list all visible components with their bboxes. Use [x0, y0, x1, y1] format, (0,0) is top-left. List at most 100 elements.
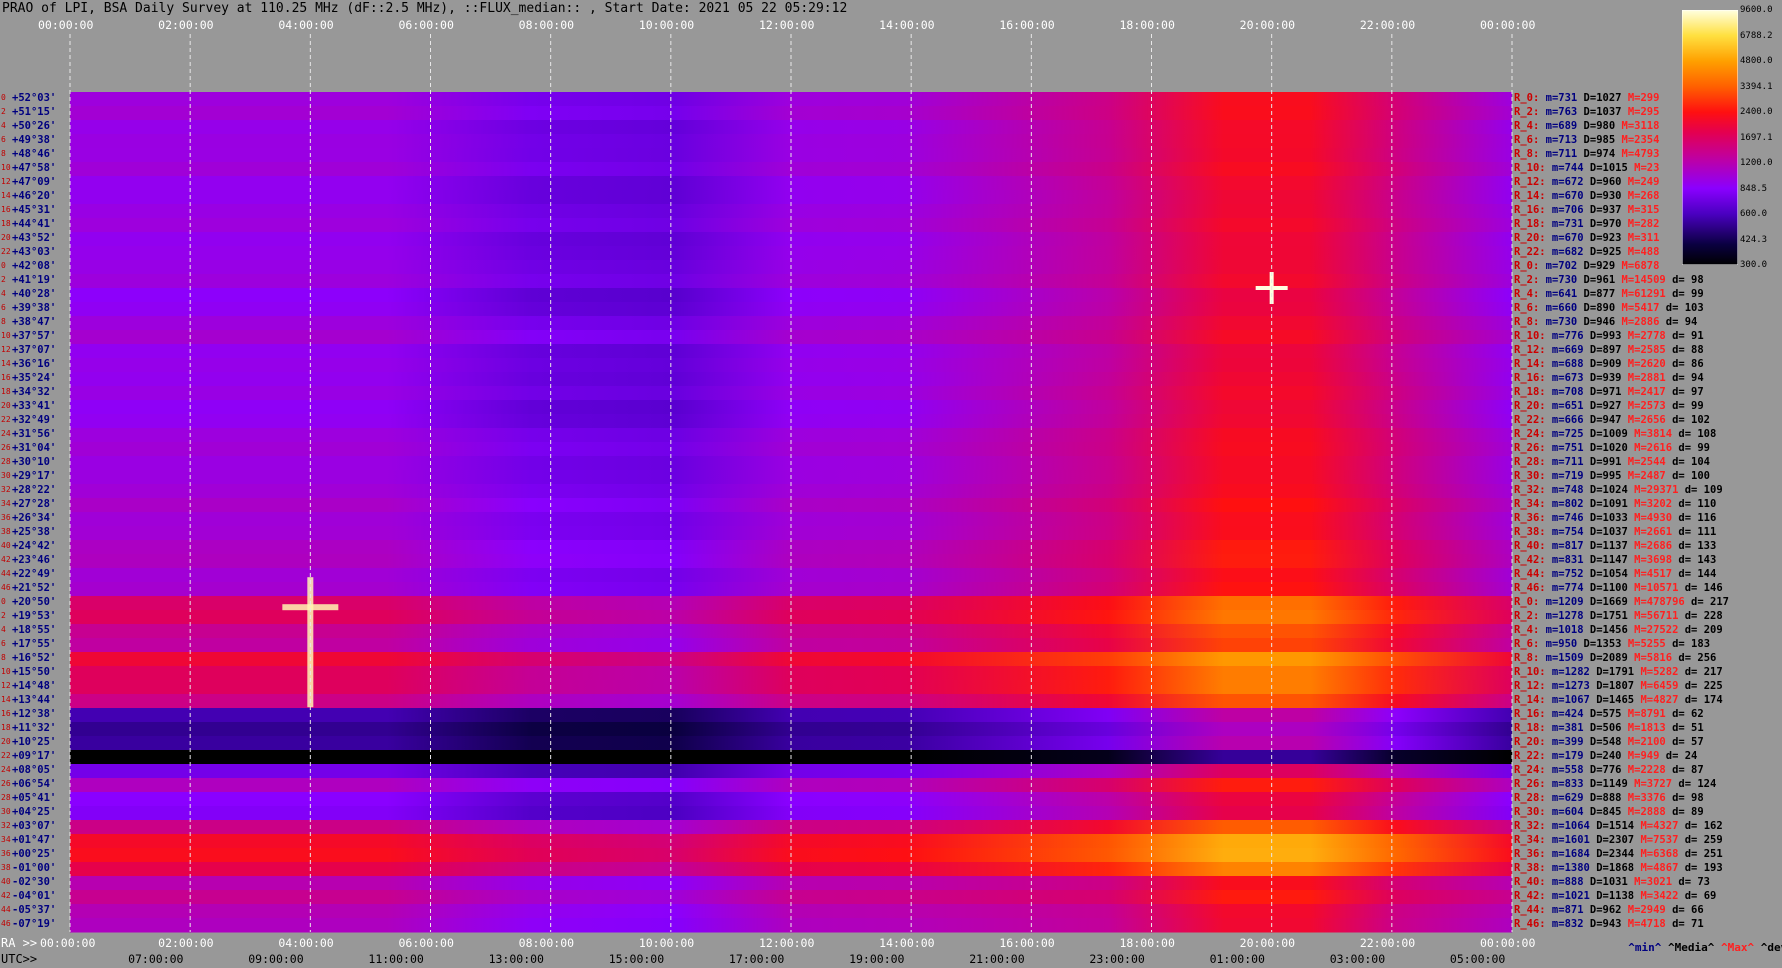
- row-stat-M: M=29371: [1627, 483, 1679, 496]
- row-stat-M: M=23: [1627, 161, 1660, 174]
- row-stat-r: R_2:: [1514, 105, 1540, 118]
- row-stat-r: R_14:: [1514, 693, 1546, 706]
- row-stat-r: R_20:: [1514, 399, 1546, 412]
- row-stat-r: R_36:: [1514, 847, 1546, 860]
- bottom-ra-tick: 00:00:00: [1480, 936, 1536, 950]
- row-stat-D: D=1149: [1583, 777, 1628, 790]
- row-stat-D: D=925: [1583, 245, 1622, 258]
- row-stat-m: m=706: [1545, 203, 1584, 216]
- row-stat-m: m=719: [1545, 469, 1584, 482]
- row-stat-M: M=61291: [1615, 287, 1666, 300]
- beam-index: 6: [1, 639, 6, 648]
- row-stat: R_12: m=672 D=960 M=249: [1514, 175, 1660, 188]
- row-stat: R_20: m=651 D=927 M=2573 d= 99: [1514, 399, 1704, 412]
- declination-label: +47°09': [12, 175, 57, 188]
- row-stat-d: d= 100: [1665, 469, 1711, 482]
- beam-index: 22: [1, 415, 11, 424]
- row-stat-D: D=1669: [1583, 595, 1628, 608]
- row-stat-D: D=971: [1583, 385, 1622, 398]
- ra-axis-prefix: RA >>: [1, 936, 38, 950]
- row-stat-d: d= 69: [1678, 889, 1717, 902]
- declination-label: +18°55': [12, 623, 57, 636]
- beam-index: 32: [1, 485, 11, 494]
- row-stat-M: M=488: [1621, 245, 1660, 258]
- row-stat-r: R_8:: [1514, 147, 1540, 160]
- declination-label: +25°38': [12, 525, 57, 538]
- row-stat-d: d= 228: [1678, 609, 1723, 622]
- legend-max: ^Max^: [1720, 941, 1755, 954]
- beam-index: 2: [1, 107, 6, 116]
- row-stat-r: R_28:: [1514, 791, 1546, 804]
- row-stat-r: R_42:: [1514, 889, 1546, 902]
- row-stat-M: M=249: [1621, 175, 1660, 188]
- row-stat: R_36: m=746 D=1033 M=4930 d= 116: [1514, 511, 1716, 524]
- row-stat-r: R_46:: [1514, 581, 1546, 594]
- row-stat-m: m=641: [1539, 287, 1578, 300]
- row-stat-d: d= 193: [1678, 861, 1723, 874]
- stat-legend: ^min^ ^Media^ ^Max^ ^devia^: [1615, 928, 1782, 954]
- row-stat-d: d= 259: [1678, 833, 1723, 846]
- row-stat-m: m=1273: [1545, 679, 1590, 692]
- row-stat-d: d= 146: [1678, 581, 1723, 594]
- beam-index: 12: [1, 681, 11, 690]
- row-stat: R_12: m=669 D=897 M=2585 d= 88: [1514, 343, 1704, 356]
- row-stat-d: d= 133: [1672, 539, 1717, 552]
- beam-index: 0: [1, 261, 6, 270]
- row-stat-m: m=702: [1539, 259, 1578, 272]
- beam-index: 10: [1, 163, 11, 172]
- row-stat-m: m=888: [1545, 875, 1584, 888]
- row-stat: R_2: m=730 D=961 M=14509 d= 98: [1514, 273, 1704, 286]
- bottom-utc-tick: 07:00:00: [128, 952, 184, 966]
- top-ra-tick: 00:00:00: [1480, 18, 1536, 32]
- declination-label: -07°19': [12, 917, 57, 930]
- colorbar-tick: 600.0: [1740, 209, 1768, 219]
- row-stat-M: M=7537: [1634, 833, 1679, 846]
- row-stat-r: R_28:: [1514, 455, 1546, 468]
- declination-label: +21°52': [12, 581, 57, 594]
- beam-index: 32: [1, 821, 11, 830]
- row-stat-r: R_20:: [1514, 735, 1546, 748]
- row-stat-D: D=947: [1583, 413, 1622, 426]
- row-stat-d: d= 225: [1678, 679, 1723, 692]
- declination-label: +43°52': [12, 231, 57, 244]
- row-stat-r: R_18:: [1514, 217, 1546, 230]
- beam-index: 38: [1, 527, 11, 536]
- beam-index: 2: [1, 275, 6, 284]
- row-stat-m: m=1064: [1545, 819, 1590, 832]
- declination-label: +31°56': [12, 427, 57, 440]
- row-stat-M: M=311: [1621, 231, 1660, 244]
- declination-label: +14°48': [12, 679, 57, 692]
- row-stat-d: d= 98: [1665, 273, 1704, 286]
- row-stat-D: D=1009: [1583, 427, 1628, 440]
- row-stat: R_14: m=688 D=909 M=2620 d= 86: [1514, 357, 1704, 370]
- row-stat-d: d= 143: [1672, 553, 1717, 566]
- row-stat-r: R_34:: [1514, 833, 1546, 846]
- row-stat-M: M=2573: [1621, 399, 1666, 412]
- row-stat-r: R_10:: [1514, 665, 1546, 678]
- beam-index: 4: [1, 289, 6, 298]
- row-stat-d: d= 162: [1678, 819, 1723, 832]
- beam-index: 20: [1, 401, 11, 410]
- row-stat-r: R_46:: [1514, 917, 1546, 930]
- beam-index: 2: [1, 611, 6, 620]
- row-stat: R_2: m=763 D=1037 M=295: [1514, 105, 1659, 118]
- row-stat-D: D=897: [1583, 343, 1622, 356]
- row-stat-r: R_22:: [1514, 413, 1546, 426]
- beam-index: 14: [1, 695, 11, 704]
- row-stat-D: D=1807: [1589, 679, 1635, 692]
- row-stat: R_12: m=1273 D=1807 M=6459 d= 225: [1514, 679, 1723, 692]
- row-stat-m: m=746: [1545, 511, 1584, 524]
- row-stat-M: M=4327: [1634, 819, 1679, 832]
- row-stat-M: M=2620: [1621, 357, 1666, 370]
- row-stat-M: M=2487: [1621, 469, 1666, 482]
- row-stat-d: d= 217: [1684, 595, 1729, 608]
- bottom-utc-tick: 09:00:00: [248, 952, 304, 966]
- row-stat-D: D=1027: [1577, 91, 1622, 104]
- bottom-ra-tick: 00:00:00: [40, 936, 96, 950]
- row-stat-m: m=669: [1545, 343, 1584, 356]
- row-stat-r: R_24:: [1514, 427, 1546, 440]
- row-stat-r: R_40:: [1514, 875, 1546, 888]
- beam-index: 0: [1, 93, 6, 102]
- row-stat-m: m=744: [1545, 161, 1584, 174]
- row-stat-d: d= 217: [1678, 665, 1723, 678]
